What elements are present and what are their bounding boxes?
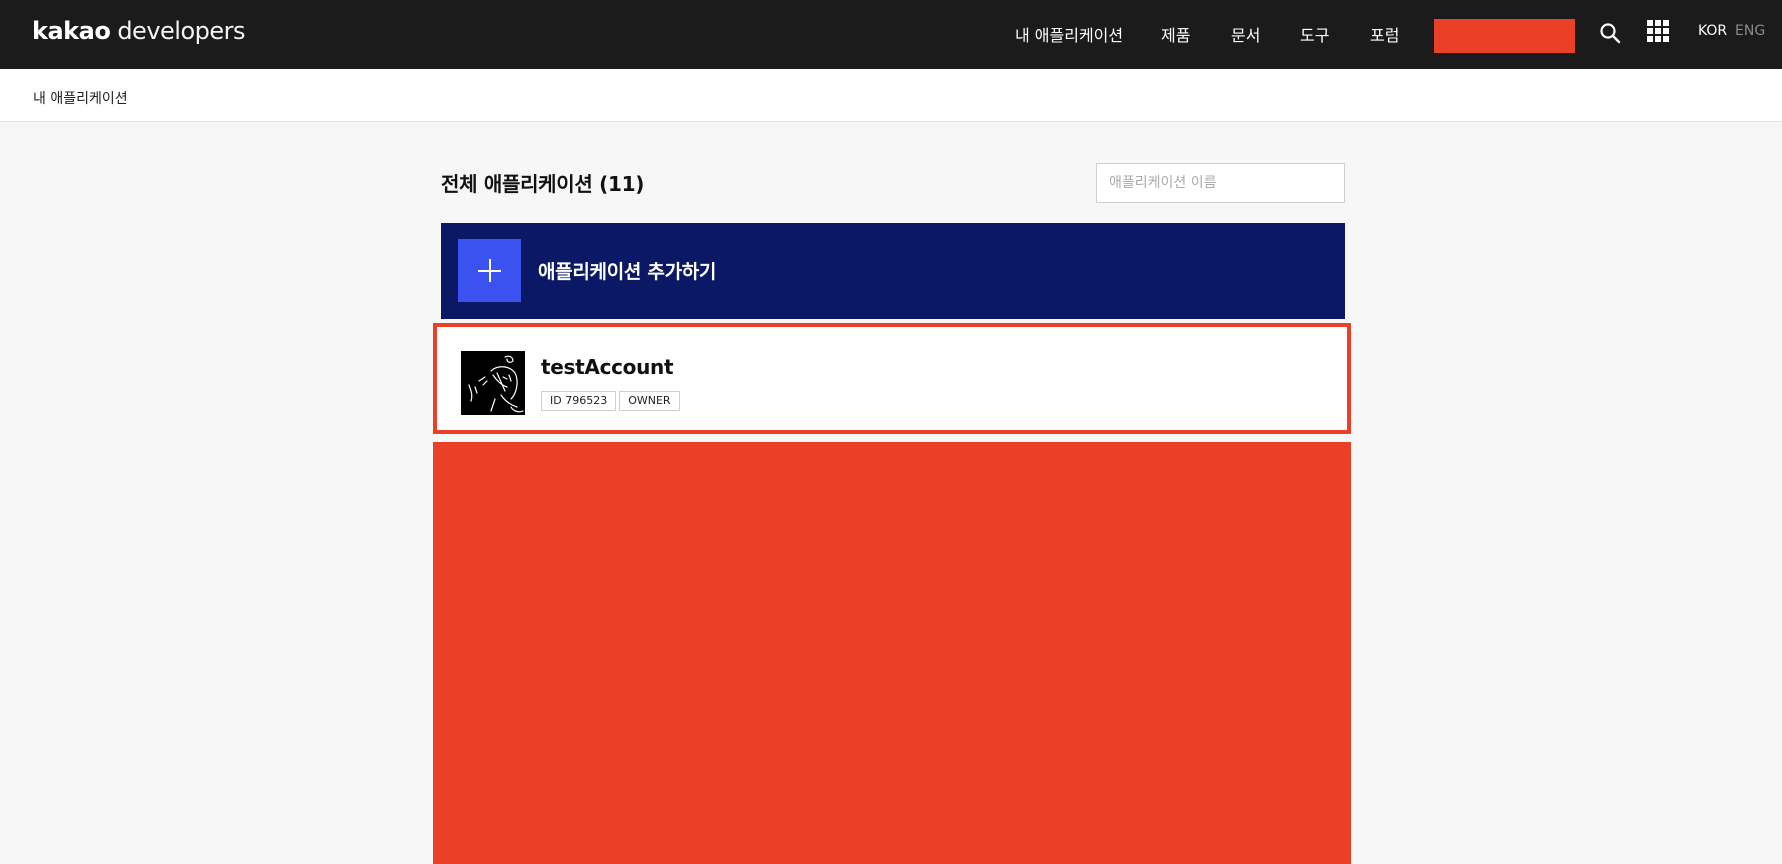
app-thumbnail <box>461 351 525 415</box>
app-id-badge: ID 796523 <box>541 391 617 411</box>
add-application-button[interactable]: 애플리케이션 추가하기 <box>441 223 1345 319</box>
lang-eng[interactable]: ENG <box>1735 23 1765 39</box>
kakao-developers-logo[interactable]: kakao developers <box>32 17 246 45</box>
app-badges: ID 796523 OWNER <box>541 391 680 411</box>
search-icon[interactable] <box>1598 21 1622 45</box>
top-navigation-bar: kakao developers 내 애플리케이션 제품 문서 도구 포럼 KOR… <box>0 0 1782 69</box>
plus-icon <box>458 239 521 302</box>
lang-kor[interactable]: KOR <box>1698 23 1727 39</box>
nav-docs[interactable]: 문서 <box>1231 22 1260 46</box>
nav-tools[interactable]: 도구 <box>1300 22 1329 46</box>
breadcrumb[interactable]: 내 애플리케이션 <box>33 88 128 108</box>
header-account-button[interactable] <box>1434 19 1575 53</box>
app-role-badge: OWNER <box>619 391 680 411</box>
app-thumbnail-sketch <box>461 351 525 415</box>
breadcrumb-bar: 내 애플리케이션 <box>0 69 1782 122</box>
logo-developers: developers <box>117 17 246 45</box>
nav-my-applications[interactable]: 내 애플리케이션 <box>1015 22 1123 46</box>
nav-products[interactable]: 제품 <box>1161 22 1190 46</box>
add-application-label: 애플리케이션 추가하기 <box>538 261 717 283</box>
search-icon-svg <box>1600 23 1621 44</box>
app-search-input[interactable] <box>1096 163 1345 203</box>
nav-forum[interactable]: 포럼 <box>1370 22 1399 46</box>
page-title: 전체 애플리케이션 (11) <box>441 172 645 196</box>
app-card-testaccount[interactable]: testAccount ID 796523 OWNER <box>433 323 1351 434</box>
app-name: testAccount <box>541 355 674 379</box>
apps-grid-icon[interactable] <box>1647 20 1669 42</box>
redacted-app-list-area <box>433 442 1351 864</box>
logo-kakao: kakao <box>32 17 111 45</box>
